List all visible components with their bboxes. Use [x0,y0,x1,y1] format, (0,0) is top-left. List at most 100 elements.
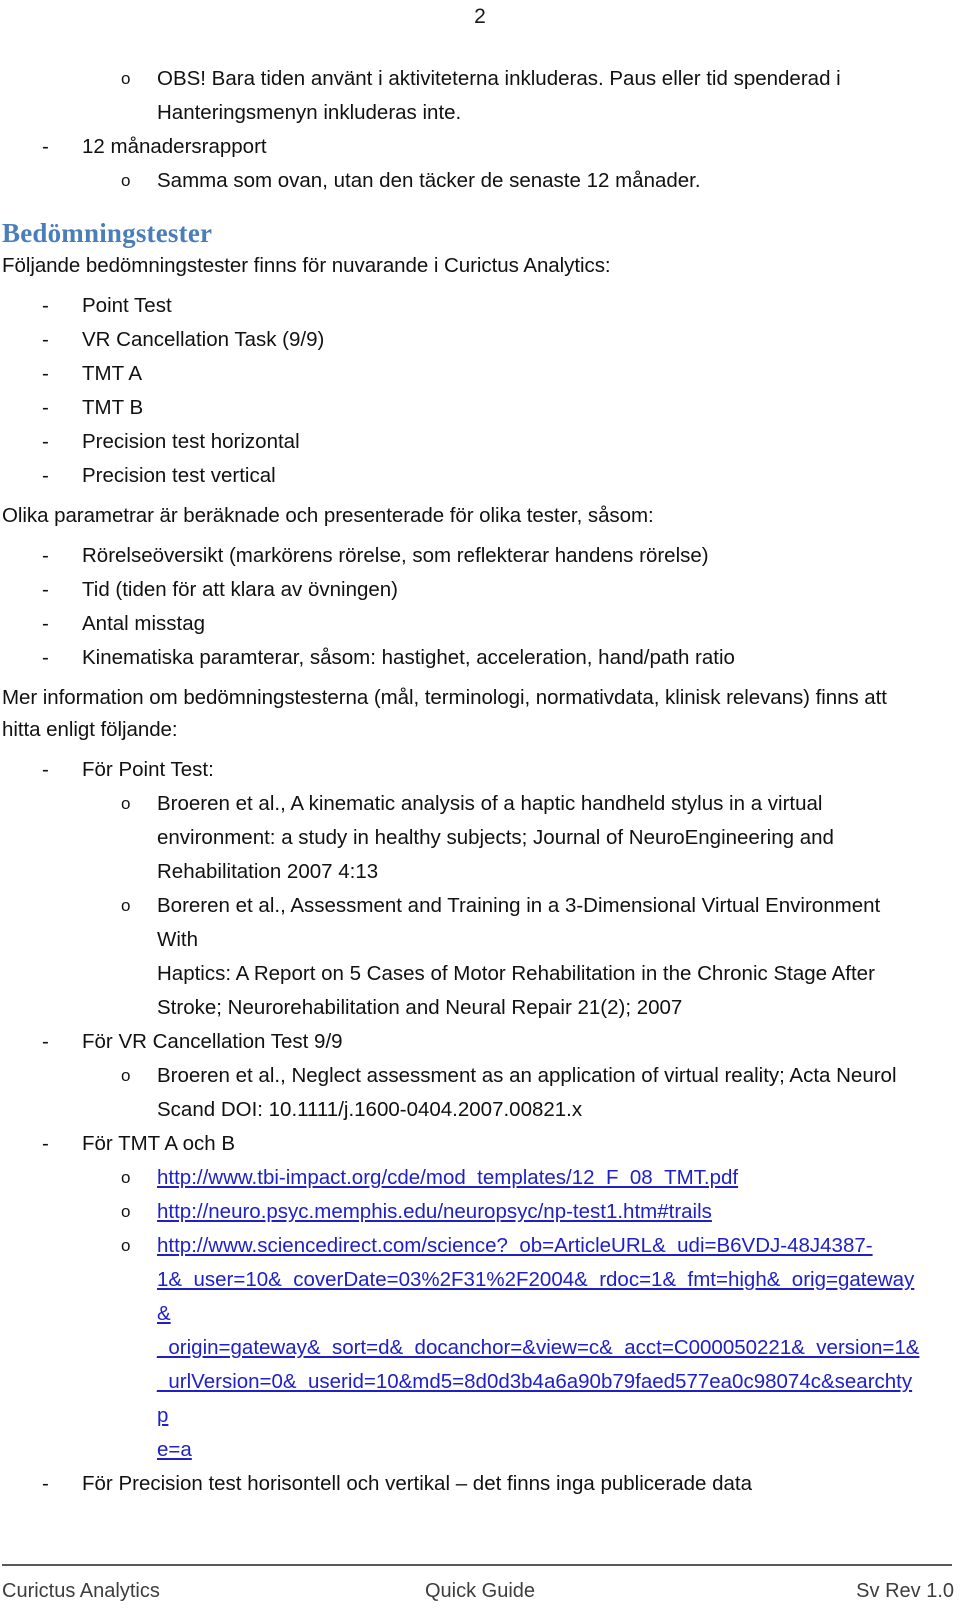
list-item-label: 12 månadersrapport [82,135,267,158]
list-item: - Kinematiska paramterar, såsom: hastigh… [2,641,922,675]
list-item-label: OBS! Bara tiden använt i aktiviteterna i… [157,67,841,90]
sciencedirect-link-line3[interactable]: _origin=gateway&_sort=d&_docanchor=&view… [157,1331,922,1365]
dash-bullet-icon: - [42,544,49,567]
list-item-label: För TMT A och B [82,1132,236,1155]
tmt-pdf-link[interactable]: http://www.tbi-impact.org/cde/mod_templa… [157,1166,738,1189]
dash-bullet-icon: - [42,612,49,635]
circle-bullet-icon: o [121,171,131,190]
section-intro-text: Följande bedömningstester finns för nuva… [2,254,611,277]
list-item-continuation: e=a [2,1433,922,1467]
list-item: o http://www.tbi-impact.org/cde/mod_temp… [2,1161,922,1195]
list-item-label: Samma som ovan, utan den täcker de senas… [157,169,701,192]
dash-bullet-icon: - [42,464,49,487]
document-page: 2 o OBS! Bara tiden använt i aktiviteter… [0,0,960,1613]
dash-bullet-icon: - [42,1030,49,1053]
page-number: 2 [474,5,486,28]
circle-bullet-icon: o [121,1236,131,1255]
list-item: o http://www.sciencedirect.com/science?_… [2,1229,922,1263]
list-item: o Broeren et al., A kinematic analysis o… [2,787,922,821]
circle-bullet-icon: o [121,1066,131,1085]
more-info-text-line2: hitta enligt följande: [2,718,178,741]
list-item: - 12 månadersrapport [2,130,922,164]
list-item: o Boreren et al., Assessment and Trainin… [2,889,922,957]
list-item: o OBS! Bara tiden använt i aktiviteterna… [2,62,922,96]
dash-bullet-icon: - [42,135,49,158]
list-item-label: VR Cancellation Task (9/9) [82,328,325,351]
list-item: - TMT A [2,357,922,391]
list-item-label: För Point Test: [82,758,214,781]
list-item: - För VR Cancellation Test 9/9 [2,1025,922,1059]
circle-bullet-icon: o [121,1202,131,1221]
sciencedirect-link-line5[interactable]: e=a [157,1433,922,1467]
dash-bullet-icon: - [42,1132,49,1155]
list-item: o Broeren et al., Neglect assessment as … [2,1059,922,1093]
dash-bullet-icon: - [42,294,49,317]
circle-bullet-icon: o [121,69,131,88]
circle-bullet-icon: o [121,896,131,915]
reference-text: Scand DOI: 10.1111/j.1600-0404.2007.0082… [157,1098,583,1121]
dash-bullet-icon: - [42,328,49,351]
list-item-label: Tid (tiden för att klara av övningen) [82,578,399,601]
list-item-label: För VR Cancellation Test 9/9 [82,1030,343,1053]
list-item-continuation: Scand DOI: 10.1111/j.1600-0404.2007.0082… [2,1093,922,1127]
list-item: - Tid (tiden för att klara av övningen) [2,573,922,607]
sciencedirect-link-line2[interactable]: 1&_user=10&_coverDate=03%2F31%2F2004&_rd… [157,1263,922,1331]
list-item: o http://neuro.psyc.memphis.edu/neuropsy… [2,1195,922,1229]
list-item-label: Hanteringsmenyn inkluderas inte. [157,101,462,124]
list-item-label: Precision test horizontal [82,430,300,453]
list-item-continuation: Rehabilitation 2007 4:13 [2,855,922,889]
list-item-label: Point Test [82,294,172,317]
list-item-continuation: Haptics: A Report on 5 Cases of Motor Re… [2,957,922,991]
list-item-label: Antal misstag [82,612,206,635]
list-item-continuation: Hanteringsmenyn inkluderas inte. [2,96,922,130]
dash-bullet-icon: - [42,430,49,453]
dash-bullet-icon: - [42,578,49,601]
list-item-label: Precision test vertical [82,464,276,487]
dash-bullet-icon: - [42,758,49,781]
list-item-label: Rörelseöversikt (markörens rörelse, som … [82,544,709,567]
list-item-label: Kinematiska paramterar, såsom: hastighet… [82,646,735,669]
list-item: - Rörelseöversikt (markörens rörelse, so… [2,539,922,573]
list-item: - VR Cancellation Task (9/9) [2,323,922,357]
dash-bullet-icon: - [42,1472,49,1495]
reference-text: Rehabilitation 2007 4:13 [157,860,379,883]
footer-center-text: Quick Guide [424,1580,536,1602]
dash-bullet-icon: - [42,646,49,669]
list-item: - Precision test horizontal [2,425,922,459]
list-item: - Point Test [2,289,922,323]
sciencedirect-link[interactable]: http://www.sciencedirect.com/science?_ob… [157,1229,922,1263]
list-item-continuation: _origin=gateway&_sort=d&_docanchor=&view… [2,1331,922,1365]
reference-text: Broeren et al., A kinematic analysis of … [157,792,823,815]
params-intro-text: Olika parametrar är beräknade och presen… [2,504,654,527]
list-item-continuation: environment: a study in healthy subjects… [2,821,922,855]
circle-bullet-icon: o [121,794,131,813]
list-item-label: För Precision test horisontell och verti… [82,1472,753,1495]
dash-bullet-icon: - [42,396,49,419]
list-item: o Samma som ovan, utan den täcker de sen… [2,164,922,198]
list-item: - Antal misstag [2,607,922,641]
list-item-continuation: _urlVersion=0&_userid=10&md5=8d0d3b4a6a9… [2,1365,922,1433]
list-item: - Precision test vertical [2,459,922,493]
list-item: - För Point Test: [2,753,922,787]
list-item-label: TMT A [82,362,142,385]
section-heading: Bedömningstester [2,218,213,248]
list-item: - TMT B [2,391,922,425]
footer-divider [2,1564,952,1566]
reference-text: Stroke; Neurorehabilitation and Neural R… [157,996,683,1019]
list-item: - För Precision test horisontell och ver… [2,1467,922,1501]
reference-text: Boreren et al., Assessment and Training … [157,894,881,951]
list-item-label: TMT B [82,396,144,419]
list-item: - För TMT A och B [2,1127,922,1161]
dash-bullet-icon: - [42,362,49,385]
page-content: o OBS! Bara tiden använt i aktiviteterna… [2,62,922,1501]
sciencedirect-link-line4[interactable]: _urlVersion=0&_userid=10&md5=8d0d3b4a6a9… [157,1365,922,1433]
list-item-continuation: Stroke; Neurorehabilitation and Neural R… [2,991,922,1025]
circle-bullet-icon: o [121,1168,131,1187]
memphis-neuropsyc-link[interactable]: http://neuro.psyc.memphis.edu/neuropsyc/… [157,1200,712,1223]
